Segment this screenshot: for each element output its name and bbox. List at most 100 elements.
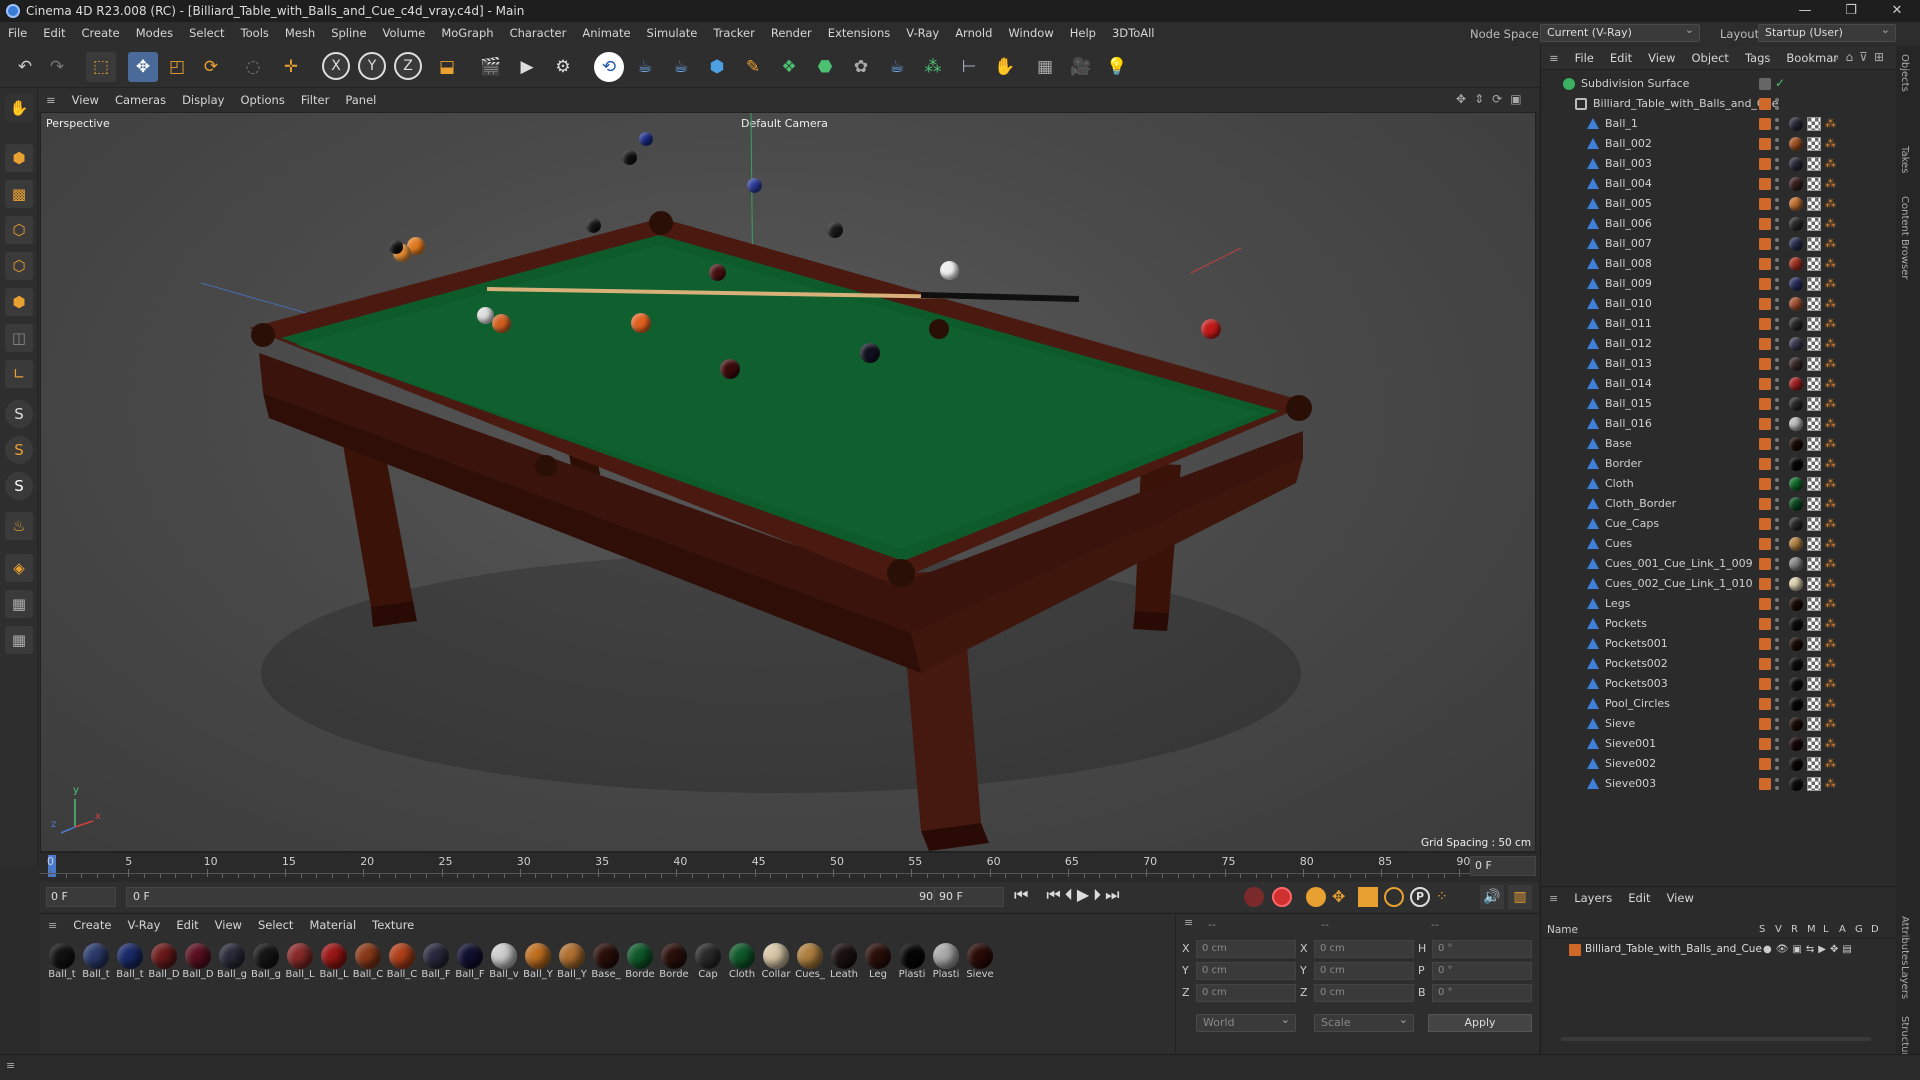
material-tag-icon[interactable] <box>1789 617 1803 631</box>
uvw-tag-icon[interactable] <box>1807 697 1821 711</box>
visibility-dots-icon[interactable] <box>1775 478 1779 490</box>
layer-column-g[interactable]: G <box>1855 924 1863 935</box>
material-tag-icon[interactable] <box>1789 477 1803 491</box>
uvw-tag-icon[interactable] <box>1807 757 1821 771</box>
uvw-tag-icon[interactable] <box>1807 597 1821 611</box>
object-row[interactable]: Ball_016 ⁂ <box>1541 414 1897 434</box>
layer-column-d[interactable]: D <box>1871 924 1879 935</box>
material-slot[interactable]: Cap <box>692 940 724 984</box>
selection-tag-icon[interactable]: ⁂ <box>1825 437 1839 451</box>
visibility-dots-icon[interactable] <box>1775 758 1779 770</box>
object-row[interactable]: Sieve003 ⁂ <box>1541 774 1897 794</box>
object-row[interactable]: Ball_003 ⁂ <box>1541 154 1897 174</box>
material-slot[interactable]: Ball_D <box>182 940 214 984</box>
object-row[interactable]: Pockets003 ⁂ <box>1541 674 1897 694</box>
layer-color-swatch[interactable] <box>1759 718 1771 730</box>
grid-icon[interactable]: ▦ <box>5 590 33 618</box>
visibility-dots-icon[interactable] <box>1775 578 1779 590</box>
layer-color-swatch[interactable] <box>1759 538 1771 550</box>
frame-range-slider[interactable]: 0 F 90 F <box>126 887 950 907</box>
material-tag-icon[interactable] <box>1789 157 1803 171</box>
visibility-dots-icon[interactable] <box>1775 338 1779 350</box>
menu-file[interactable]: File <box>0 26 35 40</box>
object-menu-object[interactable]: Object <box>1683 51 1736 65</box>
material-tag-icon[interactable] <box>1789 517 1803 531</box>
layer-color-swatch[interactable] <box>1759 258 1771 270</box>
render-picture-viewer-icon[interactable]: ▶ <box>512 52 542 82</box>
material-tag-icon[interactable] <box>1789 117 1803 131</box>
position-key-icon[interactable]: ✥ <box>1332 887 1352 907</box>
material-slot[interactable]: Plasti <box>930 940 962 984</box>
snap-settings-icon[interactable]: S <box>5 436 33 464</box>
layer-color-swatch[interactable] <box>1759 498 1771 510</box>
character-icon[interactable]: ✋ <box>990 52 1020 82</box>
uvw-tag-icon[interactable] <box>1807 557 1821 571</box>
viewport-menu-display[interactable]: Display <box>174 93 232 107</box>
close-button[interactable]: ✕ <box>1874 0 1920 22</box>
visibility-dots-icon[interactable] <box>1775 518 1779 530</box>
add-object-icon[interactable]: ✛ <box>276 52 306 82</box>
generator-cube-icon[interactable]: ⬣ <box>810 52 840 82</box>
material-tag-icon[interactable] <box>1789 577 1803 591</box>
layer-color-swatch[interactable] <box>1759 338 1771 350</box>
uvw-tag-icon[interactable] <box>1807 257 1821 271</box>
layer-hamburger-icon[interactable]: ≡ <box>1541 892 1566 905</box>
object-row[interactable]: Ball_004 ⁂ <box>1541 174 1897 194</box>
locked-workplane-icon[interactable]: ▦ <box>5 626 33 654</box>
visibility-dots-icon[interactable] <box>1775 318 1779 330</box>
object-row[interactable]: Ball_009 ⁂ <box>1541 274 1897 294</box>
layer-color-swatch[interactable] <box>1759 118 1771 130</box>
selection-tag-icon[interactable]: ⁂ <box>1825 257 1839 271</box>
enable-toggle-icon[interactable] <box>1759 78 1771 90</box>
visibility-dots-icon[interactable] <box>1775 498 1779 510</box>
object-row[interactable]: Ball_006 ⁂ <box>1541 214 1897 234</box>
coord-system-dropdown[interactable]: World <box>1196 1012 1296 1032</box>
material-tag-icon[interactable] <box>1789 437 1803 451</box>
layer-column-l[interactable]: L <box>1823 924 1829 935</box>
apply-button[interactable]: Apply <box>1428 1014 1532 1032</box>
material-tag-icon[interactable] <box>1789 537 1803 551</box>
vray-teapot-render-icon[interactable]: ☕ <box>666 52 696 82</box>
visibility-dots-icon[interactable] <box>1775 538 1779 550</box>
material-slot[interactable]: Ball_F <box>420 940 452 984</box>
visibility-dots-icon[interactable] <box>1775 98 1779 110</box>
object-row[interactable]: Legs ⁂ <box>1541 594 1897 614</box>
material-slot[interactable]: Ball_t <box>80 940 112 984</box>
material-slot[interactable]: Ball_C <box>386 940 418 984</box>
undo-icon[interactable]: ↶ <box>10 52 40 82</box>
layout-dropdown[interactable]: Startup (User) <box>1758 22 1896 42</box>
object-row[interactable]: Ball_010 ⁂ <box>1541 294 1897 314</box>
live-selection-icon[interactable]: ⬚ <box>86 52 116 82</box>
object-row[interactable]: Cue_Caps ⁂ <box>1541 514 1897 534</box>
polygons-mode-icon[interactable]: ⬢ <box>5 288 33 316</box>
x-axis-lock-icon[interactable]: X <box>322 52 350 80</box>
menu-simulate[interactable]: Simulate <box>639 26 706 40</box>
field-icon[interactable]: ⊢ <box>954 52 984 82</box>
search-icon[interactable]: ⌕ <box>1833 50 1846 64</box>
object-row[interactable]: Base ⁂ <box>1541 434 1897 454</box>
layer-color-swatch[interactable] <box>1759 678 1771 690</box>
visibility-dots-icon[interactable] <box>1775 778 1779 790</box>
uvw-tag-icon[interactable] <box>1807 497 1821 511</box>
object-hamburger-icon[interactable]: ≡ <box>1541 51 1567 65</box>
layer-color-swatch[interactable] <box>1759 518 1771 530</box>
material-tag-icon[interactable] <box>1789 457 1803 471</box>
object-row[interactable]: Sieve ⁂ <box>1541 714 1897 734</box>
material-tag-icon[interactable] <box>1789 757 1803 771</box>
move-tool-icon[interactable]: ✥ <box>128 52 158 82</box>
visibility-dots-icon[interactable] <box>1775 598 1779 610</box>
redo-icon[interactable]: ↷ <box>42 52 72 82</box>
visibility-dots-icon[interactable] <box>1775 678 1779 690</box>
visibility-dots-icon[interactable] <box>1775 738 1779 750</box>
material-tag-icon[interactable] <box>1789 657 1803 671</box>
visibility-dots-icon[interactable] <box>1775 638 1779 650</box>
keyframe-selection-icon[interactable] <box>1306 887 1326 907</box>
material-tag-icon[interactable] <box>1789 357 1803 371</box>
visibility-dots-icon[interactable] <box>1775 378 1779 390</box>
material-slot[interactable]: Ball_C <box>352 940 384 984</box>
material-tag-icon[interactable] <box>1789 377 1803 391</box>
parameter-key-icon[interactable]: P <box>1410 887 1430 907</box>
layer-color-swatch[interactable] <box>1759 558 1771 570</box>
maximize-button[interactable]: ❐ <box>1828 0 1874 22</box>
uvw-tag-icon[interactable] <box>1807 197 1821 211</box>
